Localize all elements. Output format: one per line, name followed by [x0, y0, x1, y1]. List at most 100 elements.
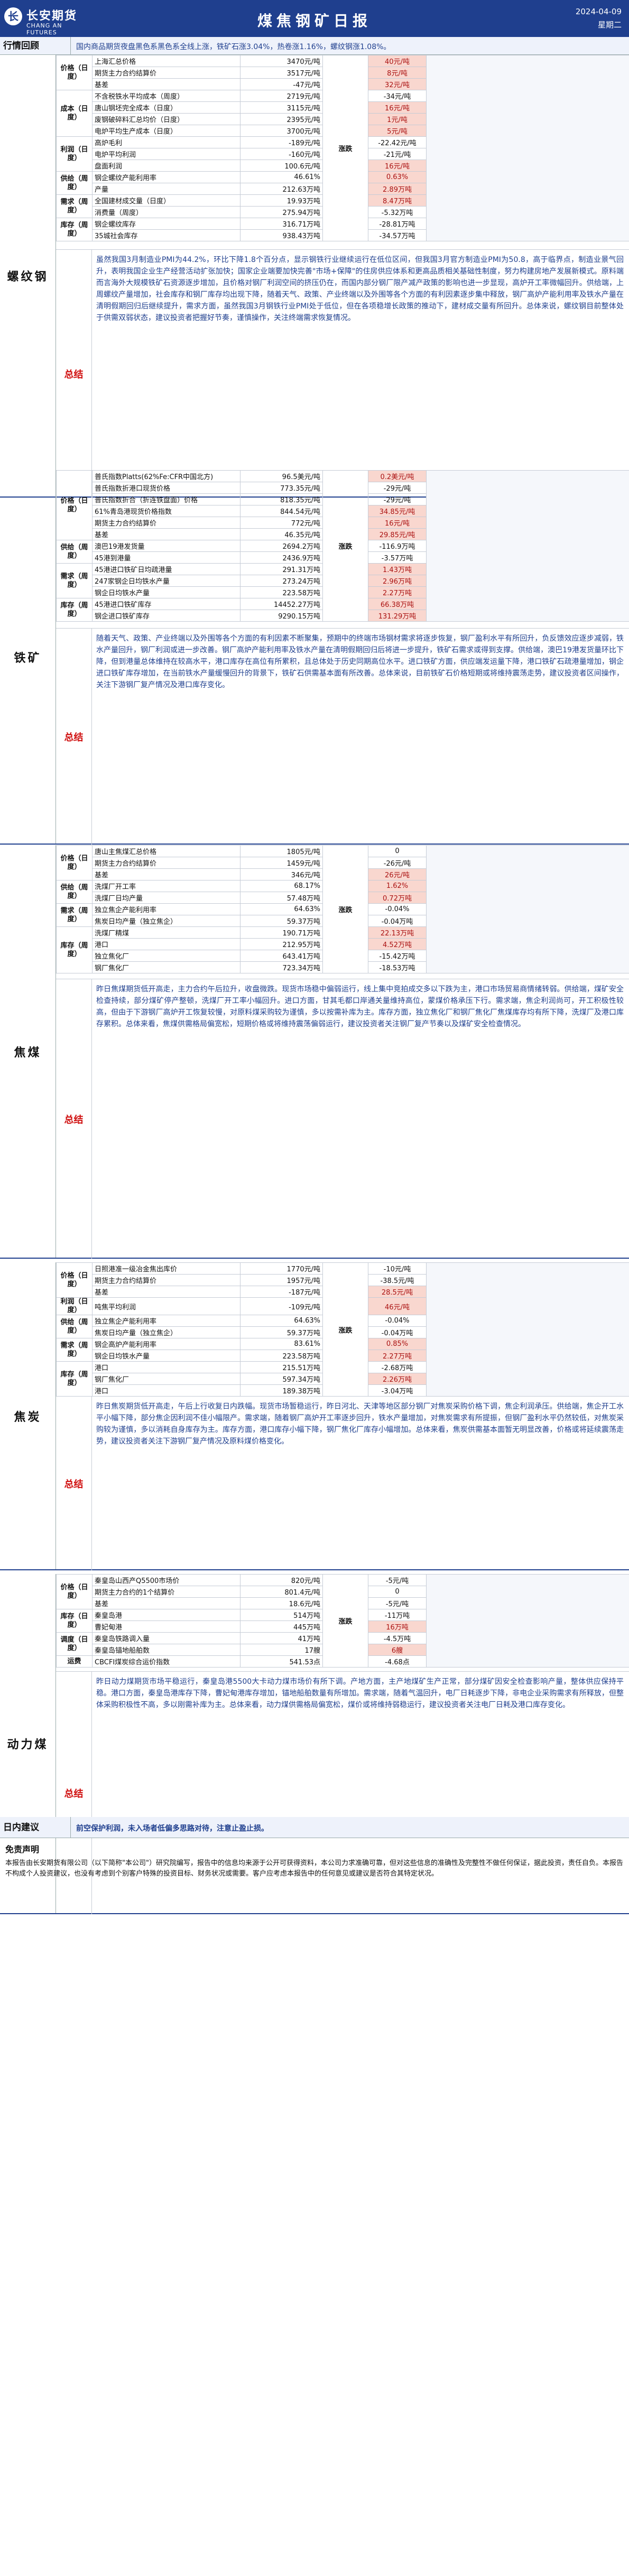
- indicator-change: 16元/吨: [368, 517, 427, 529]
- indicator-change: 6艘: [368, 1644, 427, 1656]
- indicator-change: -0.04%: [368, 1315, 427, 1327]
- indicator-table: 价格（日度） 普氏指数Platts(62%Fe:CFR中国北方) 96.5美元/吨涨…: [56, 470, 629, 622]
- indicator-name: 废钢破碎料汇总均价（日度）: [92, 113, 240, 125]
- indicator-value: 19.93万吨: [240, 194, 323, 207]
- indicator-name: 基差: [92, 1286, 240, 1298]
- indicator-name: 高炉毛利: [92, 136, 240, 148]
- indicator-name: 普氏指数折合（折连铁盘面）价格: [92, 493, 240, 505]
- indicator-name: 澳巴19港发货量: [92, 540, 240, 552]
- indicator-name: 洗煤厂开工率: [92, 880, 240, 892]
- indicator-table: 价格（日度） 日照港准一级冶金焦出库价 1770元/吨 涨跌 -10元/吨 期货主力合约结…: [56, 1262, 629, 1397]
- market-review-label: 行情回顾: [0, 37, 71, 55]
- indicator-value: 212.95万吨: [240, 938, 323, 950]
- indicator-name: 期货主力合约结算价: [92, 857, 240, 869]
- indicator-value: 223.58万吨: [240, 1350, 323, 1362]
- indicator-value: 59.37万吨: [240, 915, 323, 927]
- category-cell: 运费: [56, 1655, 92, 1668]
- indicator-value: 2436.9万吨: [240, 551, 323, 564]
- summary-label: 总结: [56, 629, 92, 845]
- indicator-value: 46.61%: [240, 171, 323, 183]
- indicator-value: 14452.27万吨: [240, 598, 323, 610]
- indicator-change: 26元/吨: [368, 868, 427, 880]
- category-cell: 价格（日度）: [56, 470, 92, 540]
- indicator-change: -22.42元/吨: [368, 136, 427, 148]
- trend-label: 涨跌: [322, 1262, 368, 1397]
- report-weekday: 星期二: [597, 20, 622, 30]
- blank-panel: [426, 1574, 629, 1668]
- category-cell: 供给（周度）: [56, 880, 92, 904]
- indicator-name: 基差: [92, 528, 240, 540]
- indicator-change: 40元/吨: [368, 55, 427, 67]
- indicator-change: -5元/吨: [368, 1574, 427, 1586]
- indicator-value: 3115元/吨: [240, 101, 323, 114]
- indicator-name: 不含税铁水平均成本（周度）: [92, 90, 240, 102]
- indicator-change: -5.32万吨: [368, 206, 427, 218]
- indicator-change: -0.04万吨: [368, 915, 427, 927]
- category-cell: 利润（日度）: [56, 136, 92, 172]
- summary-text: 昨日动力煤期货市场平稳运行，秦皇岛港5500大卡动力煤市场价有所下调。产地方面，…: [96, 1678, 624, 1709]
- category-cell: 价格（日度）: [56, 1262, 92, 1298]
- section-name: 焦煤: [0, 845, 56, 1258]
- category-cell: 库存（周度）: [56, 926, 92, 973]
- indicator-name: CBCFI煤炭综合运价指数: [92, 1655, 240, 1668]
- category-cell: 需求（周度）: [56, 903, 92, 927]
- indicator-name: 产量: [92, 183, 240, 195]
- indicator-change: -28.81万吨: [368, 218, 427, 230]
- section-3: 焦炭 价格（日度） 日照港准一级冶金焦出库价 1770元/吨 涨跌 -10元/吨 期货主力合…: [0, 1262, 629, 1570]
- indicator-change: 0.2美元/吨: [368, 470, 427, 482]
- indicator-value: 514万吨: [240, 1609, 323, 1621]
- indicator-value: 316.71万吨: [240, 218, 323, 230]
- table-row: 价格（日度） 普氏指数Platts(62%Fe:CFR中国北方) 96.5美元/吨涨…: [56, 470, 629, 622]
- indicator-change: 8.47万吨: [368, 194, 427, 207]
- summary-block: 总结 昨日焦炭期货低开高走，午后上行收复日内跌幅。现货市场暂稳运行，昨日河北、天津…: [56, 1396, 629, 1570]
- report-title: 煤焦钢矿日报: [257, 12, 372, 30]
- indicator-name: 消费量（周度）: [92, 206, 240, 218]
- indicator-value: 2395元/吨: [240, 113, 323, 125]
- indicator-name: 洗煤厂日均产量: [92, 892, 240, 904]
- indicator-name: 基差: [92, 1597, 240, 1609]
- indicator-name: 唐山主焦煤汇总价格: [92, 845, 240, 857]
- indicator-name: 电炉平均生产成本（日度）: [92, 125, 240, 137]
- category-cell: 库存（周度）: [56, 218, 92, 241]
- indicator-change: -2.68万吨: [368, 1361, 427, 1373]
- indicator-change: 2.26万吨: [368, 1373, 427, 1385]
- market-review-text: 国内商品期货夜盘黑色系黑色系全线上涨，铁矿石涨3.04%，热卷涨1.16%，螺纹…: [76, 43, 391, 51]
- indicator-value: 3470元/吨: [240, 55, 323, 67]
- indicator-change: -34元/吨: [368, 90, 427, 102]
- indicator-value: 597.34万吨: [240, 1373, 323, 1385]
- indicator-table: 价格（日度） 秦皇岛山西产Q5500市场价 820元/吨 涨跌 -5元/吨 期货主力合约的…: [56, 1574, 629, 1668]
- indicator-change: -0.04%: [368, 903, 427, 915]
- indicator-name: 期货主力合约结算价: [92, 1274, 240, 1286]
- indicator-change: 0.72万吨: [368, 892, 427, 904]
- indicator-change: -3.57万吨: [368, 551, 427, 564]
- summary-text: 昨日焦炭期货低开高走，午后上行收复日内跌幅。现货市场暂稳运行，昨日河北、天津等地…: [96, 1402, 624, 1446]
- indicator-name: 45港到港量: [92, 551, 240, 564]
- indicator-value: 57.48万吨: [240, 892, 323, 904]
- indicator-name: 焦炭日均产量（独立焦企）: [92, 915, 240, 927]
- indicator-name: 洗煤厂精煤: [92, 926, 240, 939]
- indicator-value: 83.61%: [240, 1338, 323, 1350]
- indicator-change: -26元/吨: [368, 857, 427, 869]
- indicator-change: -15.42万吨: [368, 950, 427, 962]
- indicator-change: 34.85元/吨: [368, 505, 427, 517]
- indicator-name: 45港进口铁矿日均疏港量: [92, 563, 240, 575]
- indicator-value: -109元/吨: [240, 1297, 323, 1315]
- section-name: 焦炭: [0, 1262, 56, 1569]
- category-cell: 调度（日度）: [56, 1632, 92, 1656]
- indicator-value: -187元/吨: [240, 1286, 323, 1298]
- market-review-row: 行情回顾 国内商品期货夜盘黑色系黑色系全线上涨，铁矿石涨3.04%，热卷涨1.1…: [0, 37, 629, 55]
- table-row: 价格（日度） 唐山主焦煤汇总价格 1805元/吨 涨跌 0: [56, 845, 629, 973]
- indicator-change: -29元/吨: [368, 482, 427, 494]
- disclaimer: 免责声明 本报告由长安期货有限公司（以下简称"本公司"）研究院编写，报告中的信息…: [0, 1838, 629, 1884]
- indicator-name: 普氏指数折港口现货价格: [92, 482, 240, 494]
- indicator-change: 22.13万吨: [368, 926, 427, 939]
- indicator-change: 28.5元/吨: [368, 1286, 427, 1298]
- indicator-value: 189.38万吨: [240, 1384, 323, 1397]
- summary-label: 总结: [56, 979, 92, 1259]
- indicator-change: -0.04万吨: [368, 1326, 427, 1338]
- indicator-change: -116.9万吨: [368, 540, 427, 552]
- indicator-value: 3517元/吨: [240, 67, 323, 79]
- indicator-table: 价格（日度） 唐山主焦煤汇总价格 1805元/吨 涨跌 0 期货主力合约结算价 1459元/…: [56, 845, 629, 973]
- category-cell: 成本（日度）: [56, 90, 92, 137]
- indicator-value: -189元/吨: [240, 136, 323, 148]
